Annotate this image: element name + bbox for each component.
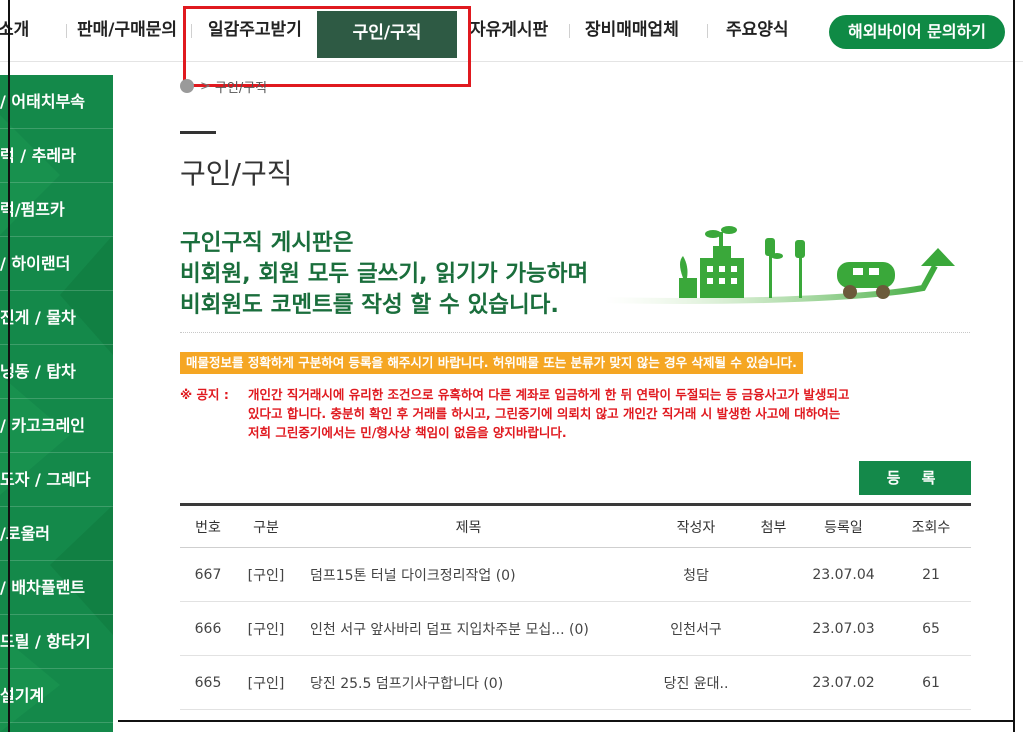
post-title-link[interactable]: 덤프15톤 터널 다이크정리작업 (0) (296, 547, 641, 602)
nav-about[interactable]: 소개 (0, 10, 29, 50)
sidebar-item-trailer[interactable]: 럭 / 추레라 (0, 129, 113, 183)
notice-label: ※ 공지 : (180, 387, 229, 402)
nav-forms[interactable]: 주요양식 (726, 10, 789, 50)
post-title-link[interactable]: 인천 서구 앞사바리 덤프 지입차주분 모십... (0) (296, 601, 641, 656)
breadcrumb: > 구인/구직 (180, 76, 267, 96)
cell-views: 21 (891, 547, 971, 602)
register-button[interactable]: 등 록 (859, 461, 971, 495)
job-board-table: 번호 구분 제목 작성자 첨부 등록일 조회수 667 [구인] 덤프15톤 터… (180, 503, 971, 710)
nav-equipment-dealers[interactable]: 장비매매업체 (585, 10, 679, 50)
cell-views: 65 (891, 601, 971, 656)
sidebar-item-batch-plant[interactable]: / 배차플랜트 (0, 561, 113, 615)
cell-category: [구인] (236, 547, 296, 602)
nav-divider (66, 24, 67, 38)
table-row[interactable]: 666 [구인] 인천 서구 앞사바리 덤프 지입차주분 모십... (0) 인… (180, 601, 971, 656)
table-row[interactable]: 667 [구인] 덤프15톤 터널 다이크정리작업 (0) 청담 23.07.0… (180, 547, 971, 602)
sidebar-item-attachments[interactable]: / 어태치부속 (0, 75, 113, 129)
intro-line: 비회원도 코멘트를 작성 할 수 있습니다. (180, 292, 559, 318)
cell-num: 665 (180, 655, 236, 710)
cell-attach (751, 547, 796, 602)
cell-author: 인천서구 (641, 601, 751, 656)
annotation-highlight-box (183, 6, 471, 87)
cell-author: 당진 윤대.. (641, 655, 751, 710)
sidebar-item-roller[interactable]: /로울러 (0, 507, 113, 561)
listing-notice: 매물정보를 정확하게 구분하여 등록을 해주시기 바랍니다. 허위매물 또는 분… (180, 352, 803, 374)
home-icon[interactable] (180, 79, 194, 93)
cell-date: 23.07.02 (796, 655, 891, 710)
sidebar-item-highlander[interactable]: / 하이랜더 (0, 237, 113, 291)
title-accent-bar (180, 131, 216, 134)
cell-views: 61 (891, 655, 971, 710)
post-title-text[interactable]: 당진 25.5 덤프기사구합니다 (0) (310, 673, 641, 693)
sidebar-item-drill-pile[interactable]: 드릴 / 항타기 (0, 615, 113, 669)
cell-date: 23.07.04 (796, 547, 891, 602)
cell-category: [구인] (236, 655, 296, 710)
cell-num: 667 (180, 547, 236, 602)
header-date: 등록일 (796, 504, 891, 548)
top-navigation: 소개 판매/구매문의 일감주고받기 구인/구직 자유게시판 장비매매업체 주요양… (0, 0, 1023, 62)
header-attach: 첨부 (751, 504, 796, 548)
notice-line: 있다고 합니다. 충분히 확인 후 거래를 하시고, 그린중기에 의뢰치 않고 … (248, 406, 841, 421)
sidebar-item-dozer-grader[interactable]: 도자 / 그레다 (0, 453, 113, 507)
intro-line: 비회원, 회원 모두 글쓰기, 읽기가 가능하며 (180, 261, 589, 287)
overseas-buyer-inquiry-button[interactable]: 해외바이어 문의하기 (829, 15, 1005, 49)
sidebar-item-water-truck[interactable]: 진게 / 물차 (0, 291, 113, 345)
annotation-line (1013, 0, 1015, 732)
sidebar-item-construction-machine[interactable]: 설기계 (0, 669, 113, 723)
divider (180, 332, 970, 333)
nav-divider (707, 24, 708, 38)
header-author: 작성자 (641, 504, 751, 548)
header-title: 제목 (296, 504, 641, 548)
sidebar-item-cargo-crane[interactable]: / 카고크레인 (0, 399, 113, 453)
breadcrumb-current: 구인/구직 (214, 80, 268, 96)
post-title-link[interactable]: 당진 25.5 덤프기사구합니다 (0) (296, 655, 641, 710)
intro-line: 구인구직 게시판은 (180, 230, 354, 256)
nav-sales-inquiry[interactable]: 판매/구매문의 (77, 10, 177, 50)
cell-category: [구인] (236, 601, 296, 656)
cell-date: 23.07.03 (796, 601, 891, 656)
sidebar-item-pump-car[interactable]: 럭/펌프카 (0, 183, 113, 237)
annotation-line (118, 720, 1015, 722)
header-category: 구분 (236, 504, 296, 548)
cell-author: 청담 (641, 547, 751, 602)
post-title-text[interactable]: 덤프15톤 터널 다이크정리작업 (0) (310, 565, 641, 585)
page-title: 구인/구직 (180, 157, 293, 190)
nav-free-board[interactable]: 자유게시판 (470, 10, 548, 50)
post-title-text[interactable]: 인천 서구 앞사바리 덤프 지입차주분 모십... (0) (310, 619, 641, 639)
chevron-right-icon: > (200, 78, 211, 94)
annotation-line (8, 0, 10, 732)
cell-attach (751, 655, 796, 710)
sidebar-item-refrigerated[interactable]: 냉동 / 탑차 (0, 345, 113, 399)
nav-divider (569, 24, 570, 38)
cell-attach (751, 601, 796, 656)
eco-illustration (605, 226, 955, 304)
category-sidebar: / 어태치부속 럭 / 추레라 럭/펌프카 / 하이랜더 진게 / 물차 냉동 … (0, 75, 113, 732)
table-row[interactable]: 665 [구인] 당진 25.5 덤프기사구합니다 (0) 당진 윤대.. 23… (180, 655, 971, 710)
table-header-row: 번호 구분 제목 작성자 첨부 등록일 조회수 (180, 504, 971, 548)
header-num: 번호 (180, 504, 236, 548)
intro-text: 구인구직 게시판은 비회원, 회원 모두 글쓰기, 읽기가 가능하며 비회원도 … (180, 228, 588, 321)
cell-num: 666 (180, 601, 236, 656)
header-views: 조회수 (891, 504, 971, 548)
notice-line: 저희 그린중기에서는 민/형사상 책임이 없음을 양지바랍니다. (248, 425, 567, 440)
notice-line: 개인간 직거래시에 유리한 조건으로 유혹하여 다른 계좌로 입금하게 한 뒤 … (248, 387, 850, 402)
